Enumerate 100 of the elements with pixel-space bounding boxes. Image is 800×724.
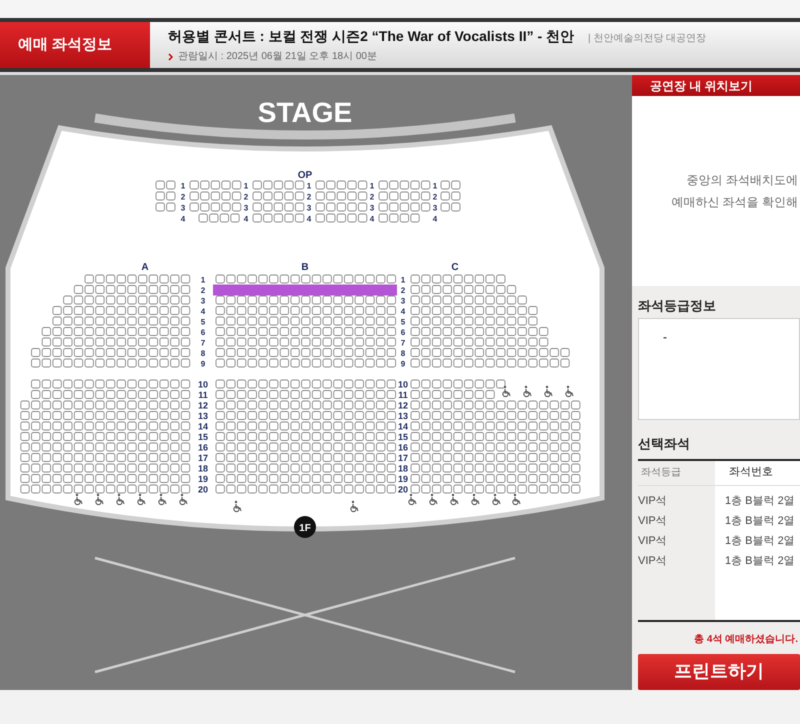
venue-name: | 천안예술의전당 대공연장 (588, 32, 706, 46)
row-number: 1 (400, 276, 406, 284)
row-number: 7 (400, 338, 406, 348)
seat-row (252, 202, 304, 212)
seat-row (316, 214, 368, 222)
section-label: B (301, 262, 309, 273)
row-number: 3 (370, 204, 374, 212)
seat-row (252, 180, 304, 190)
row-number: 3 (400, 296, 406, 306)
wheelchair-icon (137, 494, 146, 506)
seat-row (190, 192, 242, 200)
info-text: 예매하신 좌석을 확인해 (671, 194, 798, 211)
table-cell-text: VIP석 (638, 554, 667, 570)
row-number: 20 (198, 484, 208, 494)
seat-row (378, 214, 420, 222)
row-number: 10 (198, 380, 208, 390)
row-number: 3 (244, 204, 248, 212)
seat-row (156, 202, 176, 212)
wheelchair-icon (429, 494, 438, 506)
print-button[interactable]: 프린트하기 (638, 654, 800, 690)
row-number: 19 (198, 474, 208, 484)
seat-row (190, 202, 242, 212)
selected-seats[interactable] (213, 284, 397, 296)
row-number: 3 (180, 204, 186, 212)
row-number: 12 (398, 400, 408, 410)
row-number: 14 (198, 422, 208, 432)
section-label: OP (298, 170, 312, 181)
section-label: A (141, 262, 149, 273)
table-cell-text: VIP석 (638, 534, 667, 550)
row-number: 2 (306, 192, 312, 202)
seat-row (316, 202, 368, 212)
row-number: 19 (398, 474, 408, 484)
wheelchair-icon (492, 494, 501, 506)
wheelchair-icon (179, 494, 188, 506)
row-number: 8 (200, 349, 206, 358)
floor-badge (294, 516, 316, 538)
row-number: 1 (432, 182, 438, 190)
table-cell-text: 1층 B블럭 2열 (725, 494, 795, 510)
column-header: 좌석등급 (641, 466, 681, 480)
row-number: 17 (398, 453, 408, 463)
row-number: 9 (400, 360, 406, 368)
row-number: 13 (398, 411, 408, 421)
row-number: 2 (400, 286, 406, 295)
wheelchair-icon (544, 386, 553, 398)
row-number: 3 (200, 296, 206, 306)
section-heading: 좌석등급정보 (638, 296, 717, 315)
seat-row (156, 180, 176, 190)
chevron-icon (168, 52, 173, 60)
wheelchair-icon (502, 386, 511, 398)
seat-row (440, 180, 460, 190)
wheelchair-icon (450, 494, 459, 506)
row-number: 11 (398, 390, 408, 400)
wheelchair-icon (350, 500, 359, 512)
show-date: 관람일시 : 2025년 06월 21일 오후 18시 00분 (178, 50, 377, 64)
wheelchair-icon (523, 386, 532, 398)
floor-label: 1F (299, 523, 311, 534)
row-number: 14 (398, 422, 408, 432)
seat-row (198, 214, 240, 222)
row-number: 4 (432, 214, 438, 224)
wheelchair-icon (408, 494, 417, 506)
section-label: C (451, 262, 459, 273)
row-number: 3 (432, 204, 438, 212)
row-number: 15 (398, 432, 408, 442)
seat-row (316, 180, 368, 190)
seat-row (252, 214, 304, 222)
row-number: 20 (398, 484, 408, 494)
panel-header: 공연장 내 위치보기 (632, 75, 800, 96)
seat-row (156, 192, 176, 200)
wheelchair-icon (471, 494, 480, 506)
event-title: 허용별 콘서트 : 보컬 전쟁 시즌2 “The War of Vocalists II” - 천안 (168, 27, 574, 46)
table-cell-text: 1층 B블럭 2열 (725, 554, 795, 570)
wheelchair-icon (158, 494, 167, 506)
row-number: 7 (200, 338, 206, 348)
row-number: 18 (398, 464, 408, 474)
row-number: 1 (370, 182, 374, 190)
row-number: 2 (432, 192, 438, 202)
section-heading: 선택좌석 (638, 435, 691, 454)
row-number: 4 (244, 214, 248, 224)
row-number: 1 (180, 182, 186, 190)
row-number: 16 (198, 442, 208, 452)
row-number: 4 (200, 307, 206, 316)
row-number: 11 (198, 390, 208, 400)
wheelchair-icon (233, 500, 242, 512)
row-number: 10 (398, 380, 408, 390)
seat-row (440, 202, 460, 212)
stage-label: STAGE (258, 97, 352, 128)
wheelchair-icon (95, 494, 104, 506)
wheelchair-icon (565, 386, 574, 398)
seat-row (316, 192, 368, 200)
row-number: 6 (400, 328, 406, 337)
wheelchair-icon (74, 494, 83, 506)
row-number: 4 (400, 307, 406, 316)
wheelchair-icon (116, 494, 125, 506)
seat-row (378, 192, 430, 200)
row-number: 4 (370, 214, 374, 224)
row-number: 2 (180, 192, 186, 202)
table-cell-text: 1층 B블럭 2열 (725, 534, 795, 550)
table-cell-text: 1층 B블럭 2열 (725, 514, 795, 530)
row-number: 3 (306, 204, 312, 212)
row-number: 2 (370, 192, 374, 202)
